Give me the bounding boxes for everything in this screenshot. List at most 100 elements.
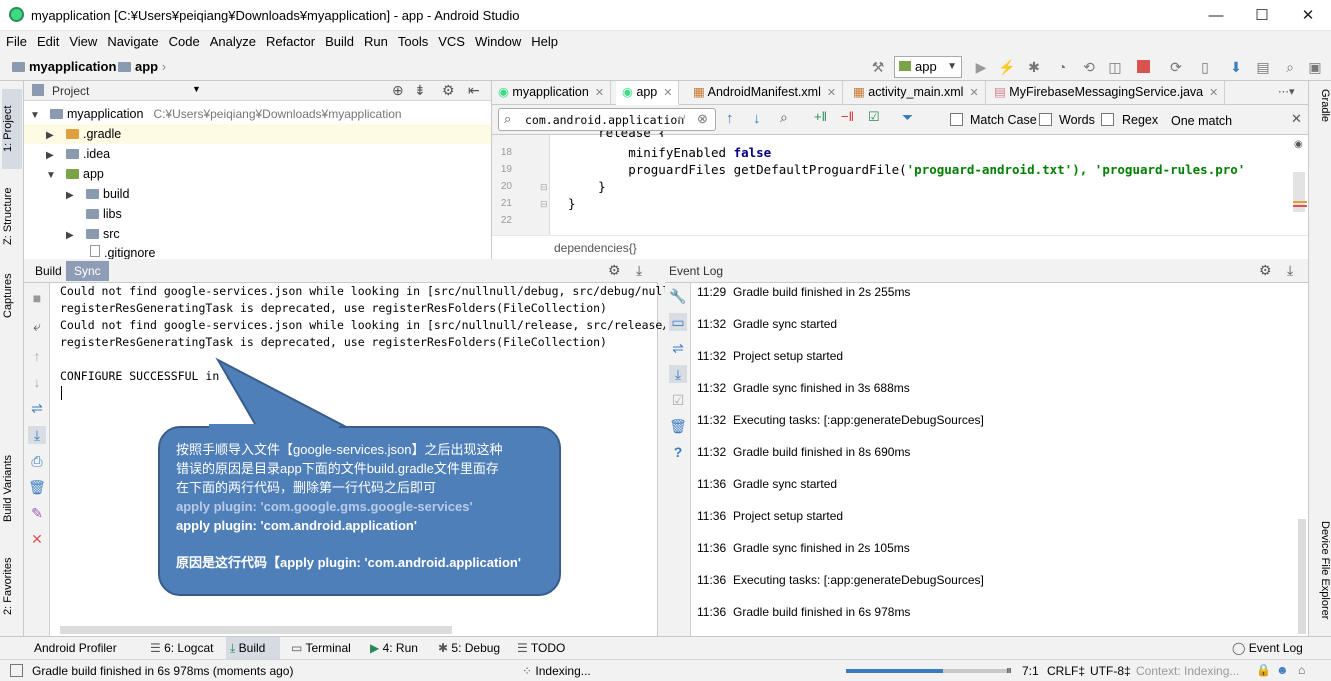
words-checkbox[interactable]	[1039, 113, 1052, 126]
horizontal-scrollbar[interactable]	[60, 626, 452, 634]
editor-tab-activity-main[interactable]: ▦ activity_main.xml ✕	[847, 81, 986, 105]
sync-gradle-icon[interactable]: ⟳	[1167, 58, 1185, 76]
mark-read-icon[interactable]: ☑	[669, 391, 687, 409]
tab-structure[interactable]: Z: Structure	[2, 176, 22, 256]
help-icon[interactable]: ?	[669, 443, 687, 461]
menu-run[interactable]: Run	[358, 31, 392, 49]
hide-panel-icon[interactable]: ⤓	[1287, 262, 1293, 279]
file-encoding[interactable]: UTF-8‡	[1090, 664, 1131, 678]
tool-windows-icon[interactable]	[10, 664, 23, 677]
pin-icon[interactable]: ✎	[28, 504, 46, 522]
profile-icon[interactable]: ◔	[1053, 58, 1071, 76]
tree-item-build[interactable]: ▶ build	[66, 184, 521, 204]
debug-icon[interactable]: ✱	[1025, 58, 1043, 76]
print-icon[interactable]: ⎙	[28, 452, 46, 470]
match-case-checkbox[interactable]	[950, 113, 963, 126]
menu-tools[interactable]: Tools	[392, 31, 432, 49]
fold-icon[interactable]: ⊟	[540, 199, 548, 210]
editor-tab-app[interactable]: ◉ app ✕	[616, 81, 680, 105]
newline-icon[interactable]: ↵	[677, 111, 687, 125]
tab-gradle[interactable]: Gradle	[1311, 89, 1331, 149]
select-all-icon[interactable]: ☑	[868, 109, 880, 125]
avd-manager-icon[interactable]: ▯	[1196, 58, 1214, 76]
find-all-icon[interactable]: ⌕	[780, 109, 788, 126]
close-find-icon[interactable]: ✕	[1291, 111, 1302, 127]
fold-icon[interactable]: ⊟	[540, 182, 548, 193]
menu-vcs[interactable]: VCS	[432, 31, 469, 49]
apply-changes-icon[interactable]: ⚡	[998, 58, 1016, 76]
gear-icon[interactable]: ⚙	[1259, 262, 1272, 279]
caret-position[interactable]: 7:1	[1022, 664, 1039, 678]
soft-wrap-icon[interactable]: ⇌	[669, 339, 687, 357]
menu-build[interactable]: Build	[319, 31, 358, 49]
close-icon[interactable]: ✕	[28, 530, 46, 548]
previous-occurrence-icon[interactable]: ↑	[726, 110, 734, 127]
editor-tab-manifest[interactable]: ▦ AndroidManifest.xml ✕	[687, 81, 844, 105]
tool-debug[interactable]: ✱ 5: Debug	[438, 641, 500, 655]
editor-tab-myapplication[interactable]: ◉ myapplication ✕	[492, 81, 612, 105]
coverage-icon[interactable]: ◫	[1106, 58, 1124, 76]
tab-build[interactable]: Build	[27, 261, 70, 281]
remove-selection-icon[interactable]: −‖	[841, 109, 854, 124]
tab-build-variants[interactable]: Build Variants	[2, 441, 22, 536]
tool-build[interactable]: ⤓ Build	[230, 641, 265, 656]
regex-checkbox[interactable]	[1101, 113, 1114, 126]
tree-item-app[interactable]: ▼ app	[46, 164, 501, 184]
error-stripe[interactable]	[1293, 205, 1307, 207]
scroll-to-end-icon[interactable]: ⤓	[669, 365, 687, 383]
editor-breadcrumb[interactable]: dependencies{}	[554, 241, 637, 255]
wrench-icon[interactable]: 🔧	[669, 287, 687, 305]
tool-terminal[interactable]: ▭ Terminal	[291, 641, 351, 655]
find-input[interactable]: com.android.application	[525, 113, 684, 127]
tool-event-log[interactable]: ◯ Event Log	[1232, 641, 1303, 655]
menu-edit[interactable]: Edit	[31, 31, 63, 49]
tree-item-gradle[interactable]: ▶ .gradle	[24, 124, 491, 144]
tree-item-libs[interactable]: libs	[66, 204, 521, 224]
menu-view[interactable]: View	[63, 31, 101, 49]
tab-project[interactable]: 1: Project	[2, 89, 22, 169]
stop-icon[interactable]	[1137, 60, 1150, 73]
gear-icon[interactable]: ⚙	[442, 82, 455, 99]
tabs-overflow-icon[interactable]: ⋯▾	[1278, 85, 1295, 98]
run-config-select[interactable]: app ▼	[894, 56, 962, 78]
tab-captures[interactable]: Captures	[2, 266, 22, 326]
down-icon[interactable]: ↓	[28, 373, 46, 391]
hammer-icon[interactable]: ⚒	[869, 58, 887, 76]
tool-run[interactable]: ▶ 4: Run	[370, 641, 418, 655]
gear-icon[interactable]: ⚙	[608, 262, 621, 279]
tree-item-root[interactable]: ▼ myapplication C:¥Users¥peiqiang¥Download…	[30, 104, 485, 124]
search-icon[interactable]: ⌕	[1281, 58, 1299, 76]
menu-file[interactable]: File	[0, 31, 31, 49]
tab-device-file-explorer[interactable]: Device File Explorer	[1311, 521, 1331, 631]
layout-icon[interactable]: ▣	[1306, 58, 1324, 76]
sdk-manager-icon[interactable]: ⬇	[1227, 58, 1245, 76]
next-occurrence-icon[interactable]: ↓	[753, 110, 761, 127]
line-separator[interactable]: CRLF‡	[1047, 664, 1085, 678]
tab-favorites[interactable]: 2: Favorites	[2, 551, 22, 621]
filter-icon[interactable]: ⏷	[902, 109, 913, 126]
minimize-button[interactable]: —	[1193, 0, 1239, 31]
up-icon[interactable]: ↑	[28, 347, 46, 365]
lock-icon[interactable]: 🔒	[1256, 663, 1271, 677]
cancel-progress-icon[interactable]: ⏸	[1006, 663, 1012, 678]
tool-android-profiler[interactable]: Android Profiler	[34, 641, 117, 655]
trash-icon[interactable]: 🗑	[28, 478, 46, 496]
collapse-all-icon[interactable]: ⇟	[414, 82, 426, 99]
project-structure-icon[interactable]: ▤	[1254, 58, 1272, 76]
stop-icon[interactable]: ■	[28, 289, 46, 307]
maximize-button[interactable]: ☐	[1239, 0, 1285, 31]
breadcrumb-project[interactable]: myapplication ›	[12, 59, 124, 74]
vertical-scrollbar[interactable]	[1298, 519, 1306, 634]
add-selection-icon[interactable]: +‖	[814, 109, 827, 124]
filter-icon[interactable]: ⇌	[28, 399, 46, 417]
hide-panel-icon[interactable]: ⇤	[468, 82, 480, 99]
status-message[interactable]: Gradle build finished in 6s 978ms (momen…	[32, 664, 293, 678]
tree-item-idea[interactable]: ▶ .idea	[46, 144, 501, 164]
menu-refactor[interactable]: Refactor	[260, 31, 319, 49]
tree-item-src[interactable]: ▶ src	[66, 224, 521, 244]
menu-code[interactable]: Code	[163, 31, 204, 49]
scroll-to-end-icon[interactable]: ⤓	[28, 426, 46, 444]
tool-todo[interactable]: ☰ TODO	[517, 641, 565, 655]
close-button[interactable]: ✕	[1285, 0, 1331, 31]
menu-window[interactable]: Window	[469, 31, 525, 49]
